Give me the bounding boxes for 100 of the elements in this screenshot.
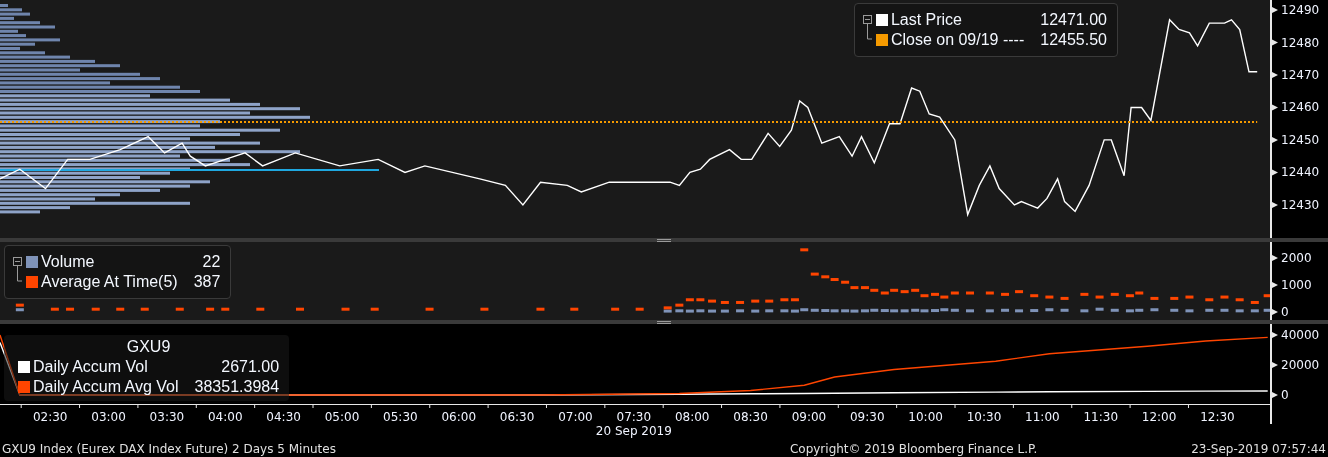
axis-tick-label: 12470 bbox=[1272, 68, 1320, 82]
average-mark bbox=[480, 307, 489, 311]
y-tick-label: 12470 bbox=[1281, 68, 1320, 82]
legend-value: 12455.50 bbox=[1039, 30, 1107, 50]
legend-value: 38351.3984 bbox=[193, 377, 280, 397]
legend-label: Volume bbox=[41, 252, 95, 272]
y-tick-label: 2000 bbox=[1281, 250, 1312, 265]
axis-tick-label: 04:00 bbox=[195, 404, 243, 424]
axis-tick-label: 12:00 bbox=[1129, 404, 1177, 424]
x-tick-label: 07:00 bbox=[558, 410, 593, 424]
average-mark bbox=[341, 307, 350, 311]
x-tick-label: 06:30 bbox=[499, 410, 535, 424]
average-mark bbox=[116, 307, 125, 311]
axis-tick-label: 12:30 bbox=[1187, 404, 1235, 424]
x-tick-label: 11:00 bbox=[1025, 410, 1060, 424]
axis-tick-label: 12440 bbox=[1272, 165, 1320, 180]
x-tick-label: 08:00 bbox=[674, 410, 710, 424]
y-tick-label: 12480 bbox=[1281, 35, 1320, 50]
x-tick-label: 04:00 bbox=[207, 410, 243, 424]
x-tick-label: 11:30 bbox=[1083, 410, 1119, 424]
y-tick-label: 12490 bbox=[1281, 3, 1320, 18]
x-tick-label: 10:30 bbox=[966, 410, 1002, 424]
axis-tick-label: 06:00 bbox=[429, 404, 477, 424]
axis-tick-label: 03:30 bbox=[137, 404, 185, 424]
axis-tick-label: 12460 bbox=[1272, 100, 1320, 115]
average-mark bbox=[296, 307, 304, 311]
x-tick-label: 09:30 bbox=[849, 410, 885, 424]
average-mark bbox=[635, 307, 644, 311]
axis-tick-label: 02:30 bbox=[20, 404, 68, 424]
axis-tick-label: 12490 bbox=[1272, 3, 1320, 18]
legend-label: Daily Accum Avg Vol bbox=[33, 377, 179, 397]
x-tick-label: 08:30 bbox=[733, 410, 768, 424]
average-mark bbox=[536, 307, 545, 311]
axis-tick-label: 10:00 bbox=[896, 404, 943, 424]
x-tick-label: 05:30 bbox=[383, 410, 418, 424]
legend-value: 12471.00 bbox=[1039, 10, 1107, 30]
y-tick-label: 12430 bbox=[1281, 197, 1320, 212]
y-tick-label: 0 bbox=[1281, 387, 1289, 402]
average-mark bbox=[800, 248, 809, 252]
axis-tick-label: 12450 bbox=[1272, 132, 1320, 147]
drag-handle-icon[interactable] bbox=[657, 320, 671, 324]
axis-tick-label: 40000 bbox=[1272, 327, 1320, 342]
axis-tick-label: 10:30 bbox=[954, 404, 1002, 424]
axis-tick-label: 09:00 bbox=[779, 404, 827, 424]
axis-tick-label: 07:30 bbox=[604, 404, 652, 424]
average-mark bbox=[370, 307, 379, 311]
average-mark bbox=[611, 307, 620, 311]
legend-label: Last Price bbox=[890, 10, 962, 30]
y-tick-label: 1000 bbox=[1281, 277, 1312, 292]
axis-date-label: 20 Sep 2019 bbox=[595, 424, 672, 438]
average-mark bbox=[140, 307, 149, 311]
x-tick-label: 06:00 bbox=[441, 410, 477, 424]
copyright-text: Copyright© 2019 Bloomberg Finance L.P. bbox=[789, 442, 1038, 456]
drag-handle-icon[interactable] bbox=[657, 238, 671, 242]
axis-tick-label: 08:00 bbox=[662, 404, 710, 424]
axis-tick-label: 11:00 bbox=[1012, 404, 1060, 424]
axis-tick-label: 20000 bbox=[1272, 358, 1320, 372]
x-tick-label: 05:00 bbox=[324, 410, 360, 424]
axis-tick-label: 09:30 bbox=[837, 404, 885, 424]
chart-description: GXU9 Index (Eurex DAX Index Future) 2 Days 5 Minutes bbox=[2, 442, 336, 456]
axis-tick-label: 12480 bbox=[1272, 35, 1320, 50]
axis-tick-label: 12430 bbox=[1272, 197, 1320, 212]
volume-mark bbox=[15, 308, 24, 312]
x-tick-label: 04:30 bbox=[266, 410, 301, 424]
average-mark bbox=[91, 307, 100, 311]
y-tick-label: 12450 bbox=[1281, 132, 1320, 147]
axis-tick-label: 04:30 bbox=[254, 404, 301, 424]
legend-value: 387 bbox=[192, 272, 221, 292]
legend-title: GXU9 bbox=[126, 337, 171, 357]
axis-tick-label: 11:30 bbox=[1071, 404, 1119, 424]
x-tick-label: 03:00 bbox=[91, 410, 126, 424]
axis-tick-label: 07:00 bbox=[545, 404, 593, 424]
y-tick-label: 12460 bbox=[1281, 100, 1320, 115]
y-tick-label: 40000 bbox=[1281, 327, 1320, 342]
legend-value: 22 bbox=[201, 252, 221, 272]
x-tick-label: 12:00 bbox=[1141, 410, 1177, 424]
axis-tick-label: 2000 bbox=[1272, 250, 1312, 265]
axis-tick-label: 08:30 bbox=[721, 404, 768, 424]
x-tick-label: 12:30 bbox=[1200, 410, 1235, 424]
legend-label: Close on 09/19 ---- bbox=[890, 30, 1025, 50]
axis-tick-label: 06:30 bbox=[487, 404, 535, 424]
average-mark bbox=[15, 303, 24, 307]
y-tick-label: 0 bbox=[1281, 304, 1289, 319]
axis-tick-label: 0 bbox=[1272, 388, 1289, 402]
legend-label: Average At Time(5) bbox=[41, 272, 178, 292]
axis-tick-label: 0 bbox=[1272, 304, 1289, 319]
x-tick-label: 03:30 bbox=[149, 410, 185, 424]
average-mark bbox=[256, 307, 265, 311]
axis-tick-label: 05:00 bbox=[312, 404, 360, 424]
timestamp: 23-Sep-2019 07:57:44 bbox=[1191, 442, 1326, 456]
legend-value: 2671.00 bbox=[220, 357, 280, 377]
x-tick-label: 09:00 bbox=[791, 410, 827, 424]
average-mark bbox=[175, 307, 184, 311]
axis-tick-label: 05:30 bbox=[370, 404, 418, 424]
axis-tick-label: 1000 bbox=[1272, 277, 1312, 292]
average-mark bbox=[570, 307, 579, 311]
x-tick-label: 02:30 bbox=[32, 410, 68, 424]
x-tick-label: 07:30 bbox=[616, 410, 652, 424]
y-tick-label: 12440 bbox=[1281, 165, 1320, 180]
average-mark bbox=[425, 307, 434, 311]
